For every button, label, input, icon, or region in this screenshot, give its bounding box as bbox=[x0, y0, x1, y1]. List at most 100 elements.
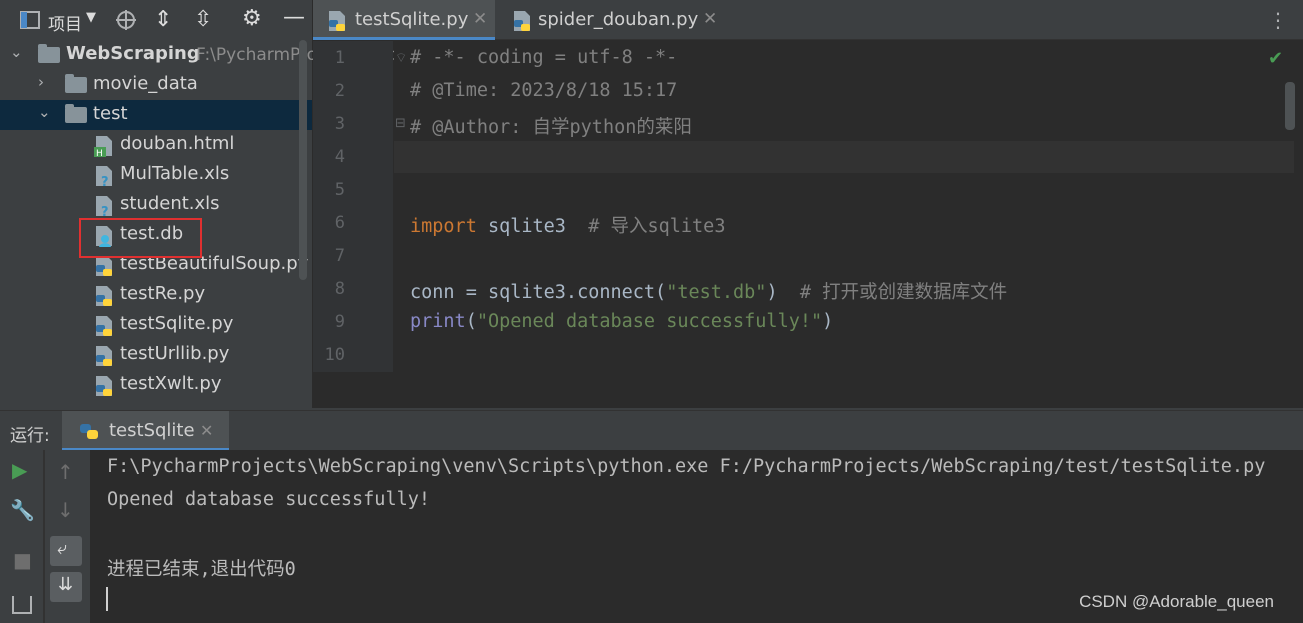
chevron-down-icon[interactable]: ⌄ bbox=[38, 103, 51, 121]
tree-item-label: movie_data bbox=[93, 73, 198, 94]
tree-item-testsqlite-py[interactable]: testSqlite.py bbox=[0, 310, 312, 340]
console-line: F:\PycharmProjects\WebScraping\venv\Scri… bbox=[107, 456, 1266, 477]
layout-icon[interactable] bbox=[12, 596, 32, 614]
line-number: 5 bbox=[334, 180, 345, 200]
line-number: 7 bbox=[334, 246, 345, 266]
tab-spider-douban-py[interactable]: spider_douban.py ✕ bbox=[503, 0, 723, 40]
python-file-icon bbox=[329, 11, 345, 31]
line-number: 6 bbox=[334, 213, 345, 233]
tab-testsqlite-py[interactable]: testSqlite.py ✕ bbox=[313, 0, 495, 40]
project-view-icon[interactable] bbox=[20, 11, 40, 29]
run-tab-label: testSqlite bbox=[109, 420, 195, 441]
stop-icon[interactable]: ■ bbox=[13, 548, 32, 572]
tree-item-label: testXwlt.py bbox=[120, 373, 222, 394]
line-number: 8 bbox=[334, 279, 345, 299]
tab-label: testSqlite.py bbox=[355, 9, 469, 30]
svg-text:H: H bbox=[96, 149, 103, 157]
highlight-box bbox=[79, 218, 202, 258]
tree-item-testre-py[interactable]: testRe.py bbox=[0, 280, 312, 310]
editor-scrollbar[interactable] bbox=[1285, 82, 1295, 130]
unknown-file-icon: ? bbox=[96, 166, 112, 187]
run-label: 运行: bbox=[10, 426, 50, 446]
scroll-to-end-button[interactable]: ⇊ bbox=[50, 572, 82, 602]
folder-icon bbox=[65, 74, 87, 93]
fold-end-icon[interactable]: ⊟ bbox=[395, 116, 406, 131]
line-number: 1 bbox=[334, 48, 345, 68]
tree-item-label: MulTable.xls bbox=[120, 163, 230, 184]
wrench-icon[interactable]: 🔧 bbox=[10, 498, 35, 522]
arrow-up-icon[interactable]: ↑ bbox=[57, 460, 74, 484]
line-number: 10 bbox=[324, 345, 345, 365]
project-scrollbar[interactable] bbox=[299, 40, 307, 280]
arrow-down-icon[interactable]: ↓ bbox=[57, 498, 74, 522]
console-line: Opened database successfully! bbox=[107, 489, 431, 510]
close-icon[interactable]: ✕ bbox=[473, 9, 487, 29]
code-line-1: # -*- coding = utf-8 -*- bbox=[410, 47, 678, 68]
run-toolbar: ▶ 🔧 ■ ↑ ↓ ⤶ ⇊ bbox=[0, 450, 90, 623]
tree-item-movie-data[interactable]: › movie_data bbox=[0, 70, 312, 100]
line-number: 4 bbox=[334, 147, 345, 167]
python-file-icon bbox=[96, 316, 112, 336]
unknown-file-icon: ? bbox=[96, 196, 112, 217]
project-view-title[interactable]: 项目 bbox=[48, 10, 82, 35]
code-line-8: conn = sqlite3.connect("test.db") # 打开或创… bbox=[410, 278, 1007, 304]
code-line-9: print("Opened database successfully!") bbox=[410, 311, 833, 332]
rerun-icon[interactable]: ▶ bbox=[12, 458, 27, 482]
code-builtin: print bbox=[410, 311, 466, 332]
chevron-right-icon[interactable]: › bbox=[38, 73, 44, 91]
code-module: sqlite3 bbox=[476, 216, 589, 237]
code-string: "Opened database successfully!" bbox=[476, 311, 823, 332]
python-file-icon bbox=[96, 376, 112, 396]
current-line-highlight bbox=[394, 141, 1294, 173]
collapse-all-icon[interactable]: ⇳ bbox=[194, 7, 212, 32]
chevron-down-icon[interactable]: ▼ bbox=[86, 10, 96, 25]
tree-item-webscraping[interactable]: ⌄ WebScraping F:\PycharmProjects\WebScra… bbox=[0, 40, 474, 70]
tree-item-testurllib-py[interactable]: testUrllib.py bbox=[0, 340, 312, 370]
code-keyword: import bbox=[410, 216, 477, 237]
more-icon[interactable]: ⋮ bbox=[1268, 8, 1288, 32]
tree-item-multable-xls[interactable]: ? MulTable.xls bbox=[0, 160, 312, 190]
tree-item-test[interactable]: ⌄ test bbox=[0, 100, 312, 130]
close-icon[interactable]: ✕ bbox=[703, 9, 717, 29]
python-file-icon bbox=[96, 286, 112, 306]
python-file-icon bbox=[96, 256, 112, 276]
gear-icon[interactable]: ⚙ bbox=[242, 6, 262, 31]
soft-wrap-button[interactable]: ⤶ bbox=[50, 536, 82, 566]
code-line-2: # @Time: 2023/8/18 15:17 bbox=[410, 80, 678, 101]
hide-icon[interactable]: — bbox=[283, 5, 305, 30]
tree-item-label: student.xls bbox=[120, 193, 220, 214]
line-number: 3 bbox=[334, 114, 345, 134]
text-cursor bbox=[106, 587, 108, 611]
svg-text:?: ? bbox=[101, 175, 109, 187]
code-text: ( bbox=[465, 311, 477, 332]
line-number: 9 bbox=[334, 312, 345, 332]
soft-wrap-icon: ⤶ bbox=[57, 538, 68, 559]
console-line: 进程已结束,退出代码0 bbox=[107, 559, 296, 580]
code-text: conn = sqlite3.connect( bbox=[410, 282, 667, 303]
tree-item-label: test bbox=[93, 103, 128, 124]
code-line-3: # @Author: 自学python的莱阳 bbox=[410, 113, 692, 139]
close-icon[interactable]: ✕ bbox=[200, 421, 213, 440]
tree-item-label: WebScraping bbox=[66, 43, 200, 64]
code-comment-author: 自学python的莱阳 bbox=[532, 117, 692, 138]
chevron-down-icon[interactable]: ⌄ bbox=[10, 43, 23, 61]
svg-text:?: ? bbox=[101, 205, 109, 217]
html-file-icon: H bbox=[94, 136, 112, 157]
tab-run-testsqlite[interactable]: testSqlite ✕ bbox=[62, 411, 229, 451]
code-comment: # @Author: bbox=[410, 117, 533, 138]
tab-label: spider_douban.py bbox=[538, 9, 699, 30]
fold-start-icon[interactable]: ⌔ bbox=[395, 50, 407, 66]
code-text: ) bbox=[822, 311, 834, 332]
tree-item-testxwlt-py[interactable]: testXwlt.py bbox=[0, 370, 312, 400]
code-string: "test.db" bbox=[666, 282, 767, 303]
folder-icon bbox=[65, 104, 87, 123]
expand-all-icon[interactable]: ⇕ bbox=[154, 7, 172, 32]
python-file-icon bbox=[514, 11, 530, 31]
locate-icon[interactable] bbox=[115, 9, 137, 31]
check-icon[interactable]: ✔ bbox=[1268, 48, 1283, 69]
scroll-to-end-icon: ⇊ bbox=[58, 574, 74, 595]
folder-icon bbox=[38, 44, 60, 63]
tree-item-student-xls[interactable]: ? student.xls bbox=[0, 190, 312, 220]
watermark: CSDN @Adorable_queen bbox=[1079, 592, 1274, 611]
tree-item-douban-html[interactable]: H douban.html bbox=[0, 130, 312, 160]
